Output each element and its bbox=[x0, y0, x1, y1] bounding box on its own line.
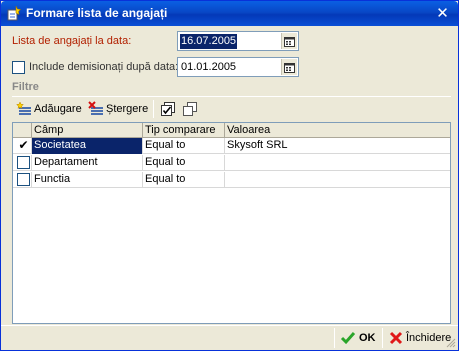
filters-grid[interactable]: Câmp Tip comparare Valoarea ✔ Societatea… bbox=[12, 122, 451, 324]
row-check-cell: ✔ bbox=[13, 138, 32, 154]
table-row[interactable]: ✔ Societatea Equal to Skysoft SRL bbox=[13, 138, 450, 154]
ok-button[interactable]: OK bbox=[340, 328, 376, 348]
checkmark-icon[interactable]: ✔ bbox=[17, 138, 30, 153]
row-checkbox[interactable] bbox=[17, 156, 30, 169]
include-dismissed-checkbox[interactable] bbox=[12, 61, 25, 74]
delete-filter-icon bbox=[88, 101, 104, 117]
grid-header-checkbox bbox=[13, 123, 32, 138]
grid-header-value[interactable]: Valoarea bbox=[225, 123, 450, 138]
comparison-cell[interactable]: Equal to bbox=[143, 138, 225, 154]
toolbar-separator bbox=[153, 100, 154, 118]
table-row[interactable]: Departament Equal to bbox=[13, 155, 450, 171]
grid-header-comparison[interactable]: Tip comparare bbox=[143, 123, 225, 138]
dialog-window: Formare lista de angajați ✕ Lista de ang… bbox=[0, 0, 459, 351]
value-cell[interactable]: Skysoft SRL bbox=[225, 138, 450, 154]
value-cell[interactable] bbox=[225, 155, 450, 171]
check-all-button[interactable] bbox=[160, 100, 178, 118]
red-x-icon bbox=[388, 330, 404, 346]
calendar-icon[interactable] bbox=[281, 33, 297, 49]
dismissed-date-value: 01.01.2005 bbox=[181, 61, 237, 73]
title-bar[interactable]: Formare lista de angajați ✕ bbox=[1, 1, 458, 26]
field-cell[interactable]: Departament bbox=[32, 155, 143, 171]
dismissed-date-field[interactable]: 01.01.2005 bbox=[177, 57, 299, 77]
copy-button[interactable] bbox=[182, 100, 200, 118]
include-dismissed-label: Include demisionați după data: bbox=[29, 61, 179, 73]
app-icon bbox=[6, 5, 22, 21]
value-cell[interactable] bbox=[225, 172, 450, 188]
add-filter-icon bbox=[16, 101, 32, 117]
field-cell[interactable]: Societatea bbox=[32, 138, 143, 154]
resize-grip-icon[interactable] bbox=[446, 338, 456, 348]
row-check-cell bbox=[13, 155, 32, 171]
footer-divider bbox=[1, 325, 458, 326]
ok-label: OK bbox=[359, 332, 376, 344]
section-divider bbox=[12, 96, 451, 97]
row-checkbox[interactable] bbox=[17, 173, 30, 186]
field-cell[interactable]: Functia bbox=[32, 172, 143, 188]
list-date-label: Lista de angajați la data: bbox=[12, 35, 132, 47]
list-date-field[interactable]: 16.07.2005 bbox=[177, 31, 299, 51]
close-dialog-label: Închidere bbox=[406, 332, 452, 344]
row-check-cell bbox=[13, 172, 32, 188]
footer-separator bbox=[382, 328, 383, 348]
add-filter-button[interactable]: Adăugare bbox=[16, 100, 82, 118]
grid-header-field[interactable]: Câmp bbox=[32, 123, 143, 138]
window-title: Formare lista de angajați bbox=[26, 6, 168, 20]
footer-separator bbox=[334, 328, 335, 348]
filters-section-title: Filtre bbox=[12, 81, 39, 93]
close-window-button[interactable]: ✕ bbox=[433, 4, 452, 23]
table-row[interactable]: Functia Equal to bbox=[13, 172, 450, 188]
close-dialog-button[interactable]: Închidere bbox=[388, 328, 451, 348]
comparison-cell[interactable]: Equal to bbox=[143, 155, 225, 171]
green-check-icon bbox=[340, 330, 356, 346]
comparison-cell[interactable]: Equal to bbox=[143, 172, 225, 188]
delete-filter-button[interactable]: Ștergere bbox=[88, 100, 148, 118]
delete-filter-label: Ștergere bbox=[106, 103, 149, 115]
add-filter-label: Adăugare bbox=[34, 103, 82, 115]
copy-icon bbox=[182, 101, 198, 117]
calendar-icon[interactable] bbox=[281, 59, 297, 75]
list-date-value: 16.07.2005 bbox=[180, 34, 238, 49]
check-all-icon bbox=[160, 101, 176, 117]
